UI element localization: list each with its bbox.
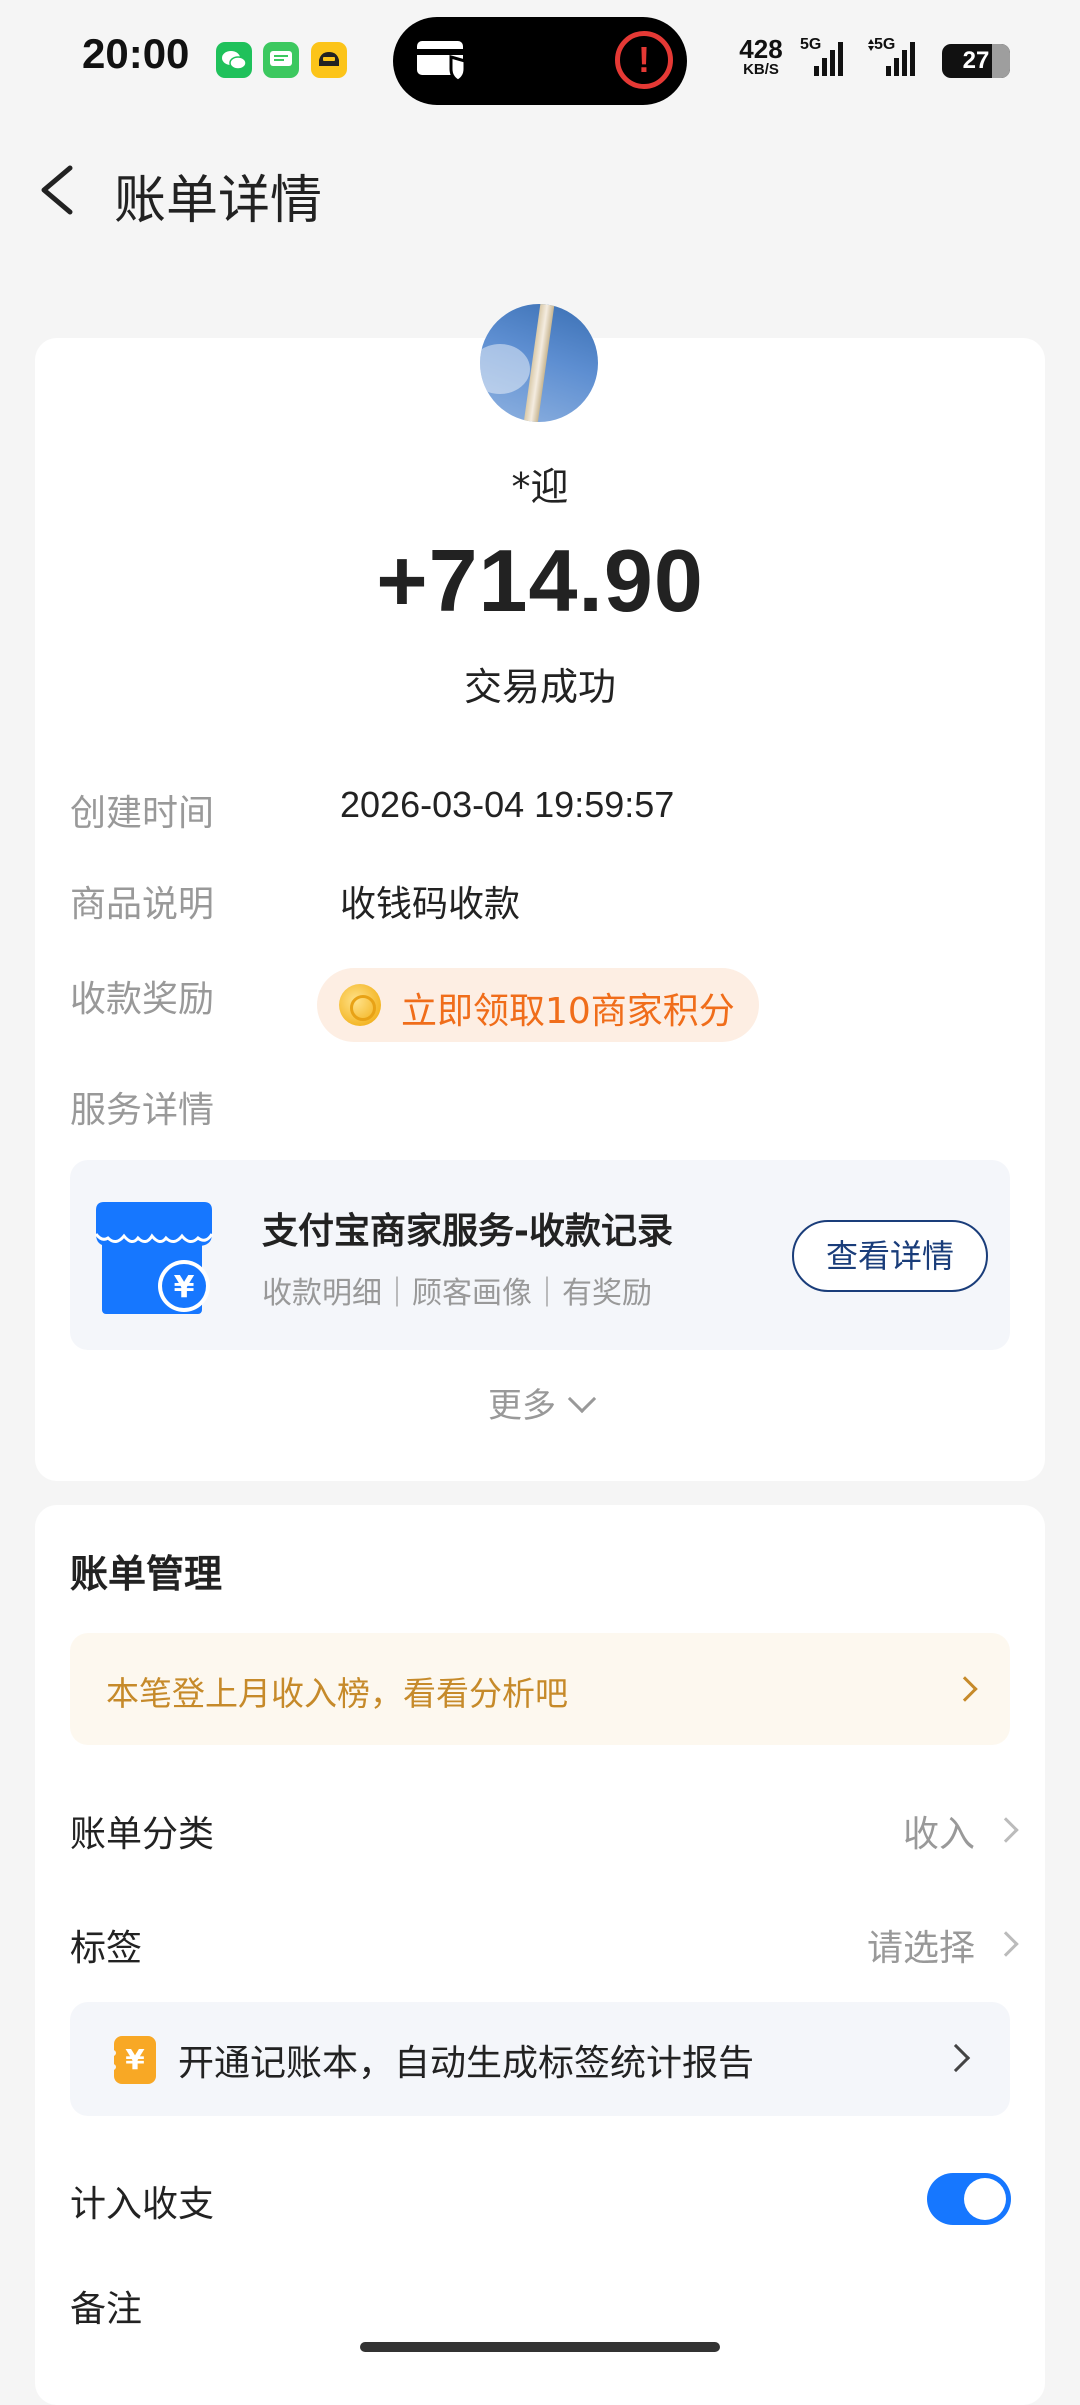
tag-label: 标签 bbox=[70, 1928, 143, 1969]
ride-app-icon bbox=[311, 42, 347, 78]
status-bar: 20:00 ! 428 KB/S 5G 5G 27 bbox=[0, 0, 1080, 120]
chevron-right-icon bbox=[952, 1676, 978, 1702]
claim-points-text: 立即领取10商家积分 bbox=[401, 991, 735, 1032]
merchant-service-card[interactable]: ¥ 支付宝商家服务-收款记录 收款明细｜顾客画像｜有奖励 查看详情 bbox=[70, 1160, 1010, 1350]
status-time: 20:00 bbox=[82, 30, 190, 77]
reward-label: 收款奖励 bbox=[70, 979, 215, 1020]
ticket-icon: ¥ bbox=[110, 2036, 156, 2084]
created-time-label: 创建时间 bbox=[70, 793, 215, 834]
claim-points-button[interactable]: 立即领取10商家积分 bbox=[317, 968, 759, 1042]
more-toggle[interactable]: 更多 bbox=[35, 1378, 1045, 1427]
description-label: 商品说明 bbox=[70, 884, 215, 925]
category-value[interactable]: 收入 bbox=[903, 1805, 975, 1857]
transaction-status: 交易成功 bbox=[463, 665, 616, 709]
service-title: 支付宝商家服务-收款记录 bbox=[262, 1211, 673, 1252]
bill-management-card: 账单管理 本笔登上月收入榜，看看分析吧 账单分类 收入 标签 请选择 ¥ 开通记… bbox=[35, 1505, 1045, 2405]
alert-icon: ! bbox=[615, 31, 673, 89]
bill-detail-card: *迎 +714.90 交易成功 创建时间 2026-03-04 19:59:57… bbox=[35, 304, 1045, 1481]
messages-icon bbox=[263, 42, 299, 78]
toggle-knob bbox=[964, 2178, 1006, 2220]
category-label: 账单分类 bbox=[70, 1814, 215, 1855]
chevron-right-icon bbox=[941, 2043, 971, 2073]
svg-text:¥: ¥ bbox=[174, 1270, 195, 1305]
home-indicator[interactable] bbox=[360, 2342, 720, 2352]
battery-icon: 27 bbox=[942, 44, 1010, 78]
net-speed: 428 KB/S bbox=[739, 34, 783, 78]
section-title: 账单管理 bbox=[70, 1552, 223, 1596]
tag-select[interactable]: 请选择 bbox=[867, 1919, 975, 1971]
avatar[interactable] bbox=[480, 304, 598, 422]
remark-label: 备注 bbox=[70, 2289, 143, 2330]
back-arrow-icon[interactable] bbox=[30, 160, 90, 220]
wechat-icon bbox=[216, 42, 252, 78]
account-book-text: 开通记账本，自动生成标签统计报告 bbox=[178, 2043, 755, 2084]
created-time-value: 2026-03-04 19:59:57 bbox=[340, 784, 675, 825]
chevron-down-icon bbox=[567, 1384, 597, 1414]
view-details-button[interactable]: 查看详情 bbox=[792, 1220, 988, 1292]
card-shield-icon bbox=[417, 41, 467, 83]
service-subtitle: 收款明细｜顾客画像｜有奖励 bbox=[262, 1276, 652, 1311]
page-header: 账单详情 bbox=[0, 140, 1080, 240]
chevron-right-icon bbox=[993, 1817, 1019, 1843]
notice-text: 本笔登上月收入榜，看看分析吧 bbox=[106, 1674, 568, 1713]
signal-5g-icon: 5G bbox=[800, 36, 860, 80]
coin-icon bbox=[339, 984, 381, 1026]
count-in-balance-label: 计入收支 bbox=[70, 2184, 215, 2225]
service-details-label: 服务详情 bbox=[70, 1090, 215, 1131]
signal-5g-icon-2: 5G bbox=[866, 36, 926, 80]
chevron-right-icon bbox=[993, 1931, 1019, 1957]
description-value: 收钱码收款 bbox=[340, 884, 521, 925]
more-label: 更多 bbox=[488, 1386, 556, 1426]
store-icon: ¥ bbox=[94, 1202, 214, 1314]
count-in-balance-toggle[interactable] bbox=[927, 2173, 1011, 2225]
payer-name: *迎 bbox=[511, 465, 569, 509]
bill-amount: +714.90 bbox=[376, 531, 704, 630]
income-rank-notice[interactable]: 本笔登上月收入榜，看看分析吧 bbox=[70, 1633, 1010, 1745]
open-account-book-banner[interactable]: ¥ 开通记账本，自动生成标签统计报告 bbox=[70, 2002, 1010, 2116]
dynamic-island[interactable]: ! bbox=[393, 17, 687, 105]
page-title: 账单详情 bbox=[114, 171, 323, 231]
